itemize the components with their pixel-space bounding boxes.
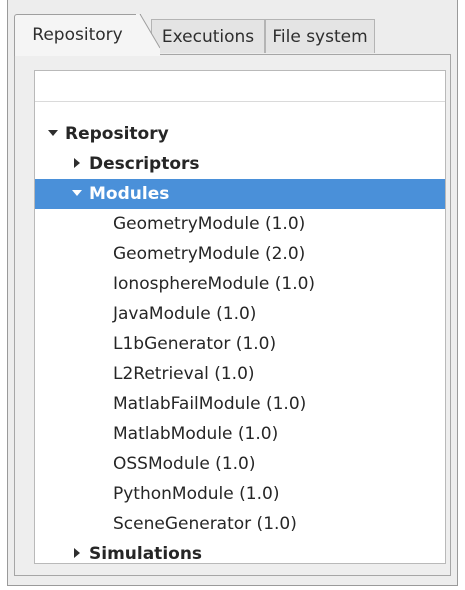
tab-executions[interactable]: Executions: [151, 19, 265, 53]
repository-window: Repository Executions File system Reposi…: [0, 0, 465, 590]
tree-item-label: PythonModule (1.0): [113, 484, 280, 504]
tab-panel: Repository Descriptors Modules GeometryM…: [14, 54, 451, 576]
tree-item-label: L2Retrieval (1.0): [113, 364, 255, 384]
tree-item-module[interactable]: PythonModule (1.0): [35, 479, 445, 509]
tree-item-module[interactable]: MatlabModule (1.0): [35, 419, 445, 449]
tree-item-module[interactable]: MatlabFailModule (1.0): [35, 389, 445, 419]
tree-item-module[interactable]: SceneGenerator (1.0): [35, 509, 445, 539]
tree-node-label: Modules: [89, 184, 170, 204]
tree-node-label: Descriptors: [89, 154, 200, 174]
tree-item-module[interactable]: L1bGenerator (1.0): [35, 329, 445, 359]
tree-item-label: GeometryModule (2.0): [113, 244, 306, 264]
tree-item-label: SceneGenerator (1.0): [113, 514, 297, 534]
tree-node-label: Repository: [65, 124, 169, 144]
tab-edge-shape: [136, 14, 160, 56]
tab-repository[interactable]: Repository: [14, 14, 141, 56]
tree-item-module[interactable]: JavaModule (1.0): [35, 299, 445, 329]
triangle-right-icon[interactable]: [71, 149, 85, 179]
triangle-down-icon[interactable]: [47, 119, 61, 149]
tree-node-label: Simulations: [89, 544, 203, 564]
tree-item-module[interactable]: OSSModule (1.0): [35, 449, 445, 479]
tree-item-label: GeometryModule (1.0): [113, 214, 306, 234]
tree-item-label: MatlabFailModule (1.0): [113, 394, 307, 414]
tree-item-label: OSSModule (1.0): [113, 454, 256, 474]
tree-item-module[interactable]: IonosphereModule (1.0): [35, 269, 445, 299]
tree-item-module[interactable]: GeometryModule (1.0): [35, 209, 445, 239]
tab-bar: Repository Executions File system: [14, 14, 454, 56]
tree-item-label: L1bGenerator (1.0): [113, 334, 277, 354]
tree-node-repository[interactable]: Repository: [35, 119, 445, 149]
tree-item-label: IonosphereModule (1.0): [113, 274, 316, 294]
repository-tree[interactable]: Repository Descriptors Modules GeometryM…: [34, 70, 446, 564]
tree-item-module[interactable]: GeometryModule (2.0): [35, 239, 445, 269]
triangle-right-icon[interactable]: [71, 539, 85, 569]
triangle-down-icon[interactable]: [71, 179, 85, 209]
tree-item-label: MatlabModule (1.0): [113, 424, 279, 444]
tree-item-module[interactable]: L2Retrieval (1.0): [35, 359, 445, 389]
tab-file-system[interactable]: File system: [265, 19, 375, 53]
tree-node-descriptors[interactable]: Descriptors: [35, 149, 445, 179]
tree-item-label: JavaModule (1.0): [113, 304, 257, 324]
tree-node-simulations[interactable]: Simulations: [35, 539, 445, 569]
tree-node-modules[interactable]: Modules: [35, 179, 445, 209]
tree-header: [35, 71, 445, 102]
